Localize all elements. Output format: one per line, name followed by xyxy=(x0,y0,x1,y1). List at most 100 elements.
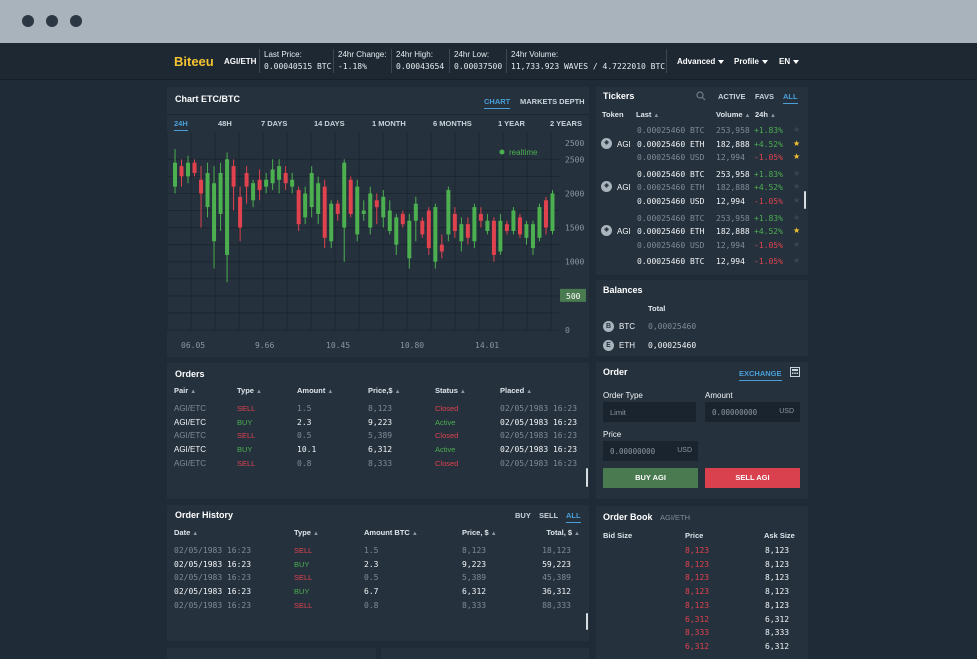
candle[interactable] xyxy=(504,224,509,231)
col-volume[interactable]: Volume ▲ xyxy=(716,110,751,119)
pair-selector[interactable]: AGI/ETH xyxy=(224,57,256,66)
list-item[interactable]: 0.00025460 BTC 253,958 +1.83% ★ xyxy=(596,169,804,182)
candle[interactable] xyxy=(212,183,217,242)
candle[interactable] xyxy=(322,186,327,238)
candle[interactable] xyxy=(296,190,301,225)
candle[interactable] xyxy=(218,172,223,214)
list-item[interactable]: ◈ AGI 0.00025460 ETH 182,888 +4.52% ★ xyxy=(596,137,804,152)
candle[interactable] xyxy=(316,183,321,214)
tab-exchange[interactable]: EXCHANGE xyxy=(739,369,782,381)
star-icon[interactable]: ★ xyxy=(793,182,800,191)
star-icon[interactable]: ★ xyxy=(793,256,800,265)
star-icon[interactable]: ★ xyxy=(793,125,800,134)
table-row[interactable]: 02/05/1983 16:23 BUY 2.3 9,223 59,223 xyxy=(167,560,585,572)
table-row[interactable]: AGI/ETC SELL 0.8 8,333 Closed 02/05/1983 16:2… xyxy=(167,459,585,471)
orders-col-header[interactable]: Price,$ ▲ xyxy=(368,386,401,395)
window-maximize-dot[interactable] xyxy=(70,15,82,27)
filter-sell[interactable]: SELL xyxy=(539,511,558,520)
col-last[interactable]: Last ▲ xyxy=(636,110,659,119)
menu-advanced[interactable]: Advanced xyxy=(677,57,725,66)
order-history-scrollbar[interactable] xyxy=(586,613,588,630)
candle[interactable] xyxy=(231,166,236,187)
table-row[interactable]: 02/05/1983 16:23 SELL 0.8 8,333 88,333 xyxy=(167,601,585,613)
history-col-header[interactable]: Date ▲ xyxy=(174,528,198,537)
table-row[interactable]: AGI/ETC BUY 10.1 6,312 Active 02/05/1983 16:2… xyxy=(167,445,585,457)
orders-col-header[interactable]: Pair ▲ xyxy=(174,386,196,395)
candle[interactable] xyxy=(459,224,464,242)
candle[interactable] xyxy=(524,224,529,238)
list-item[interactable]: ◈ AGI 0.00025460 ETH 182,888 +4.52% ★ xyxy=(596,225,804,239)
list-item[interactable]: 6,312 6,312 xyxy=(596,642,808,654)
candle[interactable] xyxy=(225,159,230,255)
candle[interactable] xyxy=(355,186,360,235)
search-icon[interactable] xyxy=(696,91,706,101)
candle[interactable] xyxy=(199,179,204,194)
candle[interactable] xyxy=(290,179,295,187)
candle[interactable] xyxy=(407,220,412,259)
list-item[interactable]: 8,123 8,123 xyxy=(596,573,808,585)
star-icon[interactable]: ★ xyxy=(793,240,800,249)
candle[interactable] xyxy=(491,220,496,255)
table-row[interactable]: AGI/ETC BUY 2.3 9,223 Active 02/05/1983 16:23 xyxy=(167,418,585,430)
range-tab-24h[interactable]: 24H xyxy=(174,119,188,131)
table-row[interactable]: AGI/ETC SELL 1.5 8,123 Closed 02/05/1983 16:2… xyxy=(167,404,585,416)
star-filled-icon[interactable]: ★ xyxy=(793,226,800,235)
candle[interactable] xyxy=(452,213,457,231)
candle[interactable] xyxy=(543,200,548,228)
candle[interactable] xyxy=(303,193,308,218)
star-filled-icon[interactable]: ★ xyxy=(793,152,800,161)
candle[interactable] xyxy=(329,203,334,242)
list-item[interactable]: 0.00025460 USD 12,994 -1.05% ★ xyxy=(596,240,804,253)
table-row[interactable]: 02/05/1983 16:23 SELL 0.5 5,389 45,389 xyxy=(167,573,585,585)
candle[interactable] xyxy=(186,162,191,177)
candle[interactable] xyxy=(433,207,438,262)
candle[interactable] xyxy=(517,217,522,235)
candle[interactable] xyxy=(394,217,399,245)
range-tab-6-months[interactable]: 6 MONTHS xyxy=(433,119,472,128)
star-filled-icon[interactable]: ★ xyxy=(793,139,800,148)
list-item[interactable]: 0.00025460 USD 12,994 -1.05% ★ xyxy=(596,152,804,165)
order-type-select[interactable]: Limit xyxy=(603,402,696,422)
candle[interactable] xyxy=(361,210,366,214)
candle[interactable] xyxy=(530,224,535,249)
candle[interactable] xyxy=(387,210,392,231)
candle[interactable] xyxy=(465,224,470,238)
ticker-tab-all[interactable]: ALL xyxy=(783,92,798,104)
candle[interactable] xyxy=(478,213,483,221)
candle[interactable] xyxy=(173,162,177,187)
candle[interactable] xyxy=(264,179,269,187)
col-24h[interactable]: 24h ▲ xyxy=(755,110,776,119)
candle[interactable] xyxy=(368,193,373,228)
history-col-header[interactable]: Price, $ ▲ xyxy=(462,528,497,537)
candle[interactable] xyxy=(270,169,275,184)
orders-col-header[interactable]: Status ▲ xyxy=(435,386,466,395)
amount-input[interactable]: 0.00000000 USD xyxy=(705,402,800,422)
list-item[interactable]: 8,333 8,333 xyxy=(596,628,808,640)
candle[interactable] xyxy=(342,162,347,228)
candle[interactable] xyxy=(335,203,340,214)
range-tab-1-month[interactable]: 1 MONTH xyxy=(372,119,406,128)
menu-language[interactable]: EN xyxy=(779,57,800,66)
candle[interactable] xyxy=(277,166,282,180)
list-item[interactable]: 0.00025460 BTC 253,958 +1.83% ★ xyxy=(596,213,804,226)
candle[interactable] xyxy=(400,213,405,225)
candle[interactable] xyxy=(205,172,210,208)
candle[interactable] xyxy=(309,172,314,208)
buy-agi-button[interactable]: BUY AGI xyxy=(603,468,698,488)
range-tab-1-year[interactable]: 1 YEAR xyxy=(498,119,525,128)
candle[interactable] xyxy=(251,183,256,201)
candle[interactable] xyxy=(439,244,444,252)
candle[interactable] xyxy=(348,179,353,214)
candle[interactable] xyxy=(426,210,431,249)
candle[interactable] xyxy=(179,166,184,177)
candle[interactable] xyxy=(511,210,516,231)
ticker-tab-favs[interactable]: FAVS xyxy=(755,92,774,101)
candle[interactable] xyxy=(244,172,249,187)
menu-profile[interactable]: Profile xyxy=(734,57,768,66)
candle[interactable] xyxy=(283,172,288,184)
orders-col-header[interactable]: Placed ▲ xyxy=(500,386,532,395)
range-tab-14-days[interactable]: 14 DAYS xyxy=(314,119,345,128)
price-input[interactable]: 0.00000000 USD xyxy=(603,441,698,461)
window-close-dot[interactable] xyxy=(22,15,34,27)
col-token[interactable]: Token xyxy=(602,110,624,119)
